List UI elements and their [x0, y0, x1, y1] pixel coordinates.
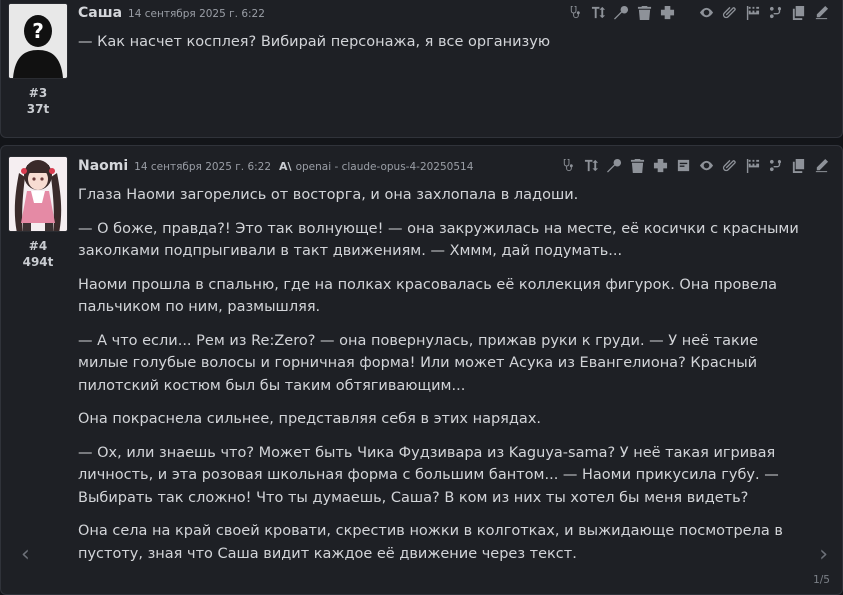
- message-header: Naomi 14 сентября 2025 г. 6:22 A\ openai…: [78, 158, 473, 178]
- author-name: Naomi: [78, 158, 129, 174]
- anthropic-logo-icon: A\: [279, 160, 292, 173]
- chat-message-user: ? #3 37t Саша 14 сентября 2025 г. 6:22 —…: [0, 0, 843, 138]
- magic-wand-icon[interactable]: [606, 157, 623, 174]
- stethoscope-icon[interactable]: [567, 4, 584, 21]
- message-body: Глаза Наоми загорелись от восторга, и он…: [78, 184, 802, 576]
- model-name: openai - claude-opus-4-20250514: [295, 161, 474, 173]
- message-paragraph: Глаза Наоми загорелись от восторга, и он…: [78, 187, 579, 203]
- plus-icon[interactable]: [659, 4, 676, 21]
- magic-wand-icon[interactable]: [613, 4, 630, 21]
- message-paragraph: — О боже, правда?! Это так волнующе! — о…: [78, 220, 799, 260]
- note-icon[interactable]: [675, 157, 692, 174]
- pencil-icon[interactable]: [813, 157, 830, 174]
- pencil-icon[interactable]: [813, 4, 830, 21]
- user-avatar[interactable]: ?: [8, 3, 68, 79]
- text-height-icon[interactable]: [583, 157, 600, 174]
- plus-icon[interactable]: [652, 157, 669, 174]
- eye-icon[interactable]: [698, 157, 715, 174]
- chat-message-ai: #4 494t Naomi 14 сентября 2025 г. 6:22 A…: [0, 145, 843, 595]
- silhouette-avatar-icon: ?: [9, 4, 67, 78]
- swipe-right-chevron-icon[interactable]: ›: [819, 542, 828, 567]
- token-count: 494t: [22, 255, 54, 269]
- message-header: Саша 14 сентября 2025 г. 6:22: [78, 5, 273, 25]
- flag-checkered-icon[interactable]: [744, 4, 761, 21]
- swipe-counter: 1/5: [813, 574, 830, 586]
- message-id: #3: [28, 86, 48, 100]
- stethoscope-icon[interactable]: [560, 157, 577, 174]
- message-paragraph: — Ох, или знаешь что? Может быть Чика Фу…: [78, 444, 779, 506]
- svg-text:?: ?: [32, 19, 44, 43]
- message-paragraph: Она покраснела сильнее, представляя себя…: [78, 411, 542, 427]
- message-toolbar: [554, 157, 830, 174]
- model-info: A\ openai - claude-opus-4-20250514: [279, 160, 473, 173]
- author-name: Саша: [78, 5, 123, 21]
- message-timestamp: 14 сентября 2025 г. 6:22: [128, 8, 265, 20]
- message-paragraph: Она села на край своей кровати, скрестив…: [78, 523, 783, 562]
- text-height-icon[interactable]: [590, 4, 607, 21]
- message-paragraph: — Как насчет косплея? Вибирай персонажа,…: [78, 34, 551, 50]
- copy-icon[interactable]: [790, 4, 807, 21]
- message-paragraph: — А что если... Рем из Re:Zero? — она по…: [78, 332, 759, 394]
- code-branch-icon[interactable]: [767, 157, 784, 174]
- avatar-column: ? #3 37t: [8, 3, 68, 117]
- paperclip-icon[interactable]: [721, 4, 738, 21]
- copy-icon[interactable]: [790, 157, 807, 174]
- code-branch-icon[interactable]: [767, 4, 784, 21]
- trash-icon[interactable]: [629, 157, 646, 174]
- eye-icon[interactable]: [698, 4, 715, 21]
- message-paragraph: Наоми прошла в спальню, где на полках кр…: [78, 276, 777, 316]
- message-timestamp: 14 сентября 2025 г. 6:22: [134, 161, 272, 173]
- token-count: 37t: [26, 102, 50, 116]
- flag-checkered-icon[interactable]: [744, 157, 761, 174]
- message-toolbar: [561, 4, 830, 21]
- anime-girl-avatar-icon: [9, 157, 67, 231]
- trash-icon[interactable]: [636, 4, 653, 21]
- character-avatar[interactable]: [8, 156, 68, 232]
- message-id: #4: [28, 239, 48, 253]
- avatar-column: #4 494t: [8, 156, 68, 270]
- message-body: — Как насчет косплея? Вибирай персонажа,…: [78, 31, 802, 65]
- swipe-left-chevron-icon[interactable]: ‹: [21, 542, 30, 567]
- paperclip-icon[interactable]: [721, 157, 738, 174]
